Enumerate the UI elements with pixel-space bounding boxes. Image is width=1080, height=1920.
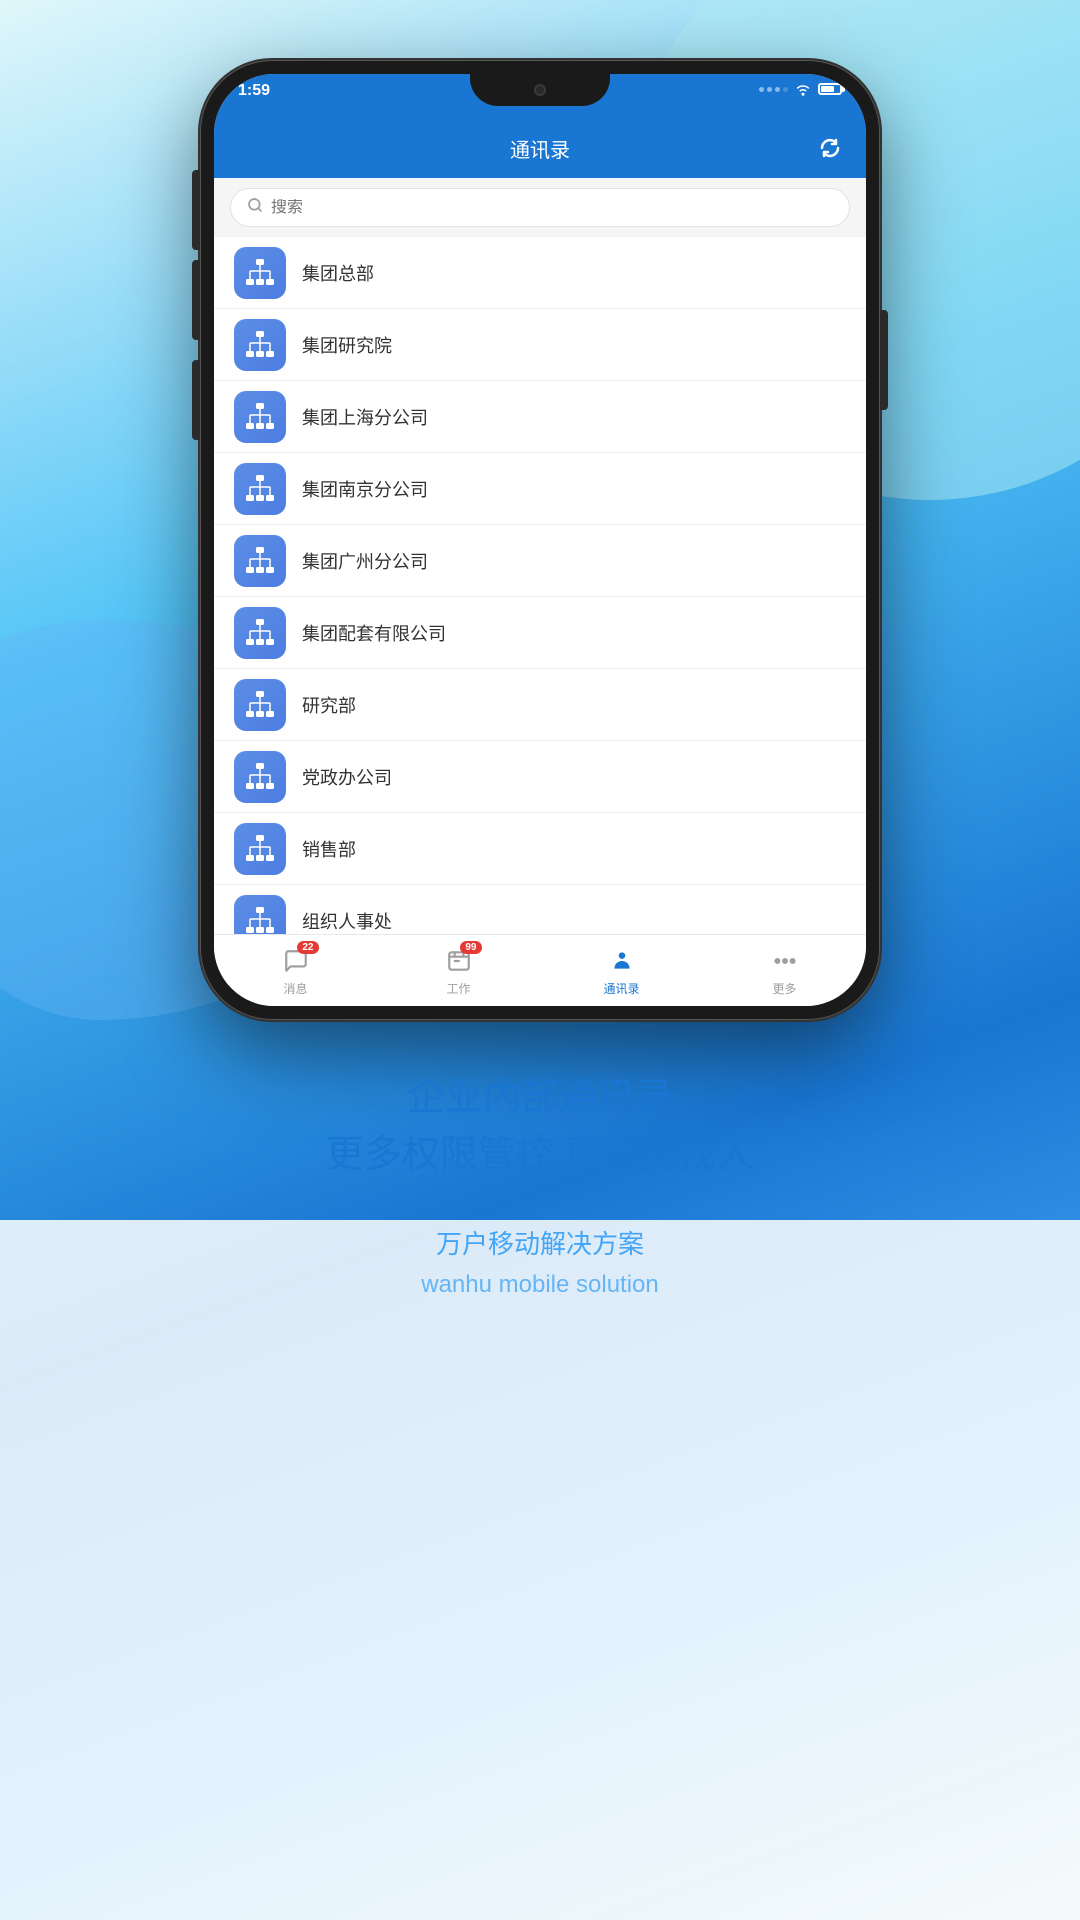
status-icons [759, 82, 842, 96]
marketing-section: 企业内部通讯录 更多权限管控 更便捷找人 万户移动解决方案 wanhu mobi… [246, 1070, 835, 1304]
tab-badge-messages: 22 [297, 941, 318, 954]
phone-mockup: 1:59 [200, 60, 880, 1020]
tab-contacts[interactable]: 通讯录 [540, 945, 703, 997]
list-item-label: 集团总部 [302, 260, 374, 286]
list-item[interactable]: 销售部 [214, 813, 866, 885]
tab-messages[interactable]: 22 消息 [214, 945, 377, 997]
list-item[interactable]: 集团广州分公司 [214, 525, 866, 597]
status-bar: 1:59 [214, 74, 866, 122]
main-slogan: 企业内部通讯录 更多权限管控 更便捷找人 [326, 1070, 755, 1184]
tab-more[interactable]: 更多 [703, 945, 866, 997]
list-item[interactable]: 党政办公司 [214, 741, 866, 813]
list-item[interactable]: 集团南京分公司 [214, 453, 866, 525]
org-icon-3 [234, 463, 286, 515]
list-item[interactable]: 集团研究院 [214, 309, 866, 381]
notch [470, 74, 610, 106]
list-item-label: 党政办公司 [302, 764, 392, 790]
list-item-label: 研究部 [302, 692, 356, 718]
org-icon-4 [234, 535, 286, 587]
brand-cn: 万户移动解决方案 [326, 1224, 755, 1266]
tab-icon-messages: 22 [277, 945, 315, 977]
search-icon [247, 197, 263, 218]
slogan-line2: 更多权限管控 更便捷找人 [326, 1127, 755, 1184]
tab-label-more: 更多 [772, 980, 796, 997]
slogan-line1: 企业内部通讯录 [326, 1070, 755, 1127]
list-item[interactable]: 集团总部 [214, 237, 866, 309]
app-header: 通讯录 [214, 122, 866, 178]
tab-badge-work: 99 [460, 941, 481, 954]
brand-en: wanhu mobile solution [326, 1266, 755, 1304]
signal-icon [759, 87, 788, 92]
wifi-icon [794, 82, 812, 96]
org-icon-7 [234, 751, 286, 803]
list-item-label: 集团南京分公司 [302, 476, 428, 502]
camera [534, 84, 546, 96]
list-item-label: 集团广州分公司 [302, 548, 428, 574]
search-bar-section [214, 178, 866, 237]
tab-bar: 22 消息 99 工作 通讯录 更多 [214, 934, 866, 1006]
tab-label-messages: 消息 [283, 980, 307, 997]
list-item-label: 销售部 [302, 836, 356, 862]
org-icon-1 [234, 319, 286, 371]
org-icon-6 [234, 679, 286, 731]
org-icon-8 [234, 823, 286, 875]
refresh-icon [818, 136, 842, 160]
list-item[interactable]: 研究部 [214, 669, 866, 741]
tab-icon-work: 99 [440, 945, 478, 977]
list-item[interactable]: 集团上海分公司 [214, 381, 866, 453]
contact-list: 集团总部 集团研究院 集团上海分公司 [214, 237, 866, 934]
search-bar[interactable] [230, 188, 850, 227]
list-item-label: 集团配套有限公司 [302, 620, 446, 646]
tab-label-work: 工作 [446, 980, 470, 997]
tab-work[interactable]: 99 工作 [377, 945, 540, 997]
org-icon-5 [234, 607, 286, 659]
page-title: 通讯录 [510, 134, 570, 163]
refresh-button[interactable] [814, 132, 846, 164]
org-icon-2 [234, 391, 286, 443]
list-item-label: 组织人事处 [302, 908, 392, 934]
org-icon-0 [234, 247, 286, 299]
tab-icon-contacts [603, 945, 641, 977]
org-icon-9 [234, 895, 286, 935]
list-item[interactable]: 集团配套有限公司 [214, 597, 866, 669]
tab-icon-more [766, 945, 804, 977]
list-item-label: 集团研究院 [302, 332, 392, 358]
search-input[interactable] [271, 199, 833, 217]
battery-icon [818, 83, 842, 95]
list-item[interactable]: 组织人事处 [214, 885, 866, 934]
status-time: 1:59 [238, 82, 270, 100]
list-item-label: 集团上海分公司 [302, 404, 428, 430]
tab-label-contacts: 通讯录 [603, 980, 639, 997]
